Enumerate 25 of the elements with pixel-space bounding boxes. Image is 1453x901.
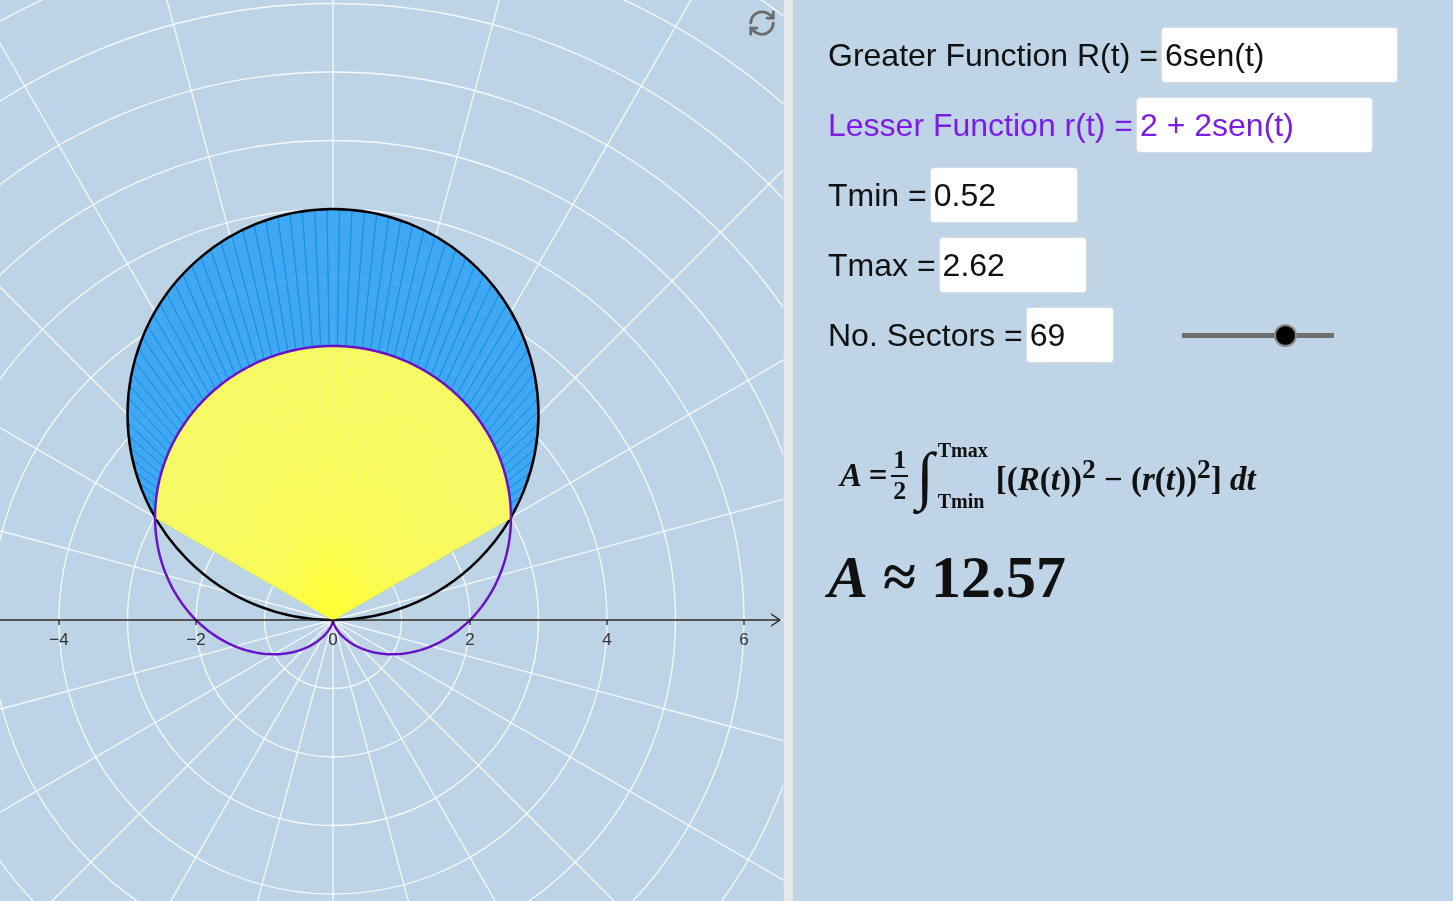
formula-text: A = [840, 457, 888, 495]
fraction-numerator: 1 [891, 446, 909, 477]
input-field[interactable]: 0.52 [929, 167, 1078, 223]
slider-thumb[interactable] [1274, 323, 1298, 347]
axis-tick-label: 6 [739, 630, 749, 649]
integral-sign: ∫ [912, 431, 938, 521]
integrand-text: [(R(t))$^{2}$ − (r(t))$^{2}$] dt [995, 453, 1256, 499]
axis-tick-label: −2 [186, 630, 206, 649]
axis-tick-label: −4 [49, 630, 69, 649]
input-label: No. Sectors = [828, 316, 1023, 354]
input-field[interactable]: 6sen(t) [1160, 27, 1398, 83]
upper-limit: Tmax [937, 438, 988, 462]
axis-tick-label: 2 [465, 630, 475, 649]
input-field[interactable]: 2.62 [938, 237, 1087, 293]
axis-tick-label: 4 [602, 630, 612, 649]
reset-icon[interactable] [747, 8, 777, 38]
input-field[interactable]: 69 [1025, 307, 1114, 363]
axis-tick-label: 0 [328, 630, 338, 649]
input-label: Greater Function R(t) = [828, 36, 1158, 74]
input-label: Lesser Function r(t) = [828, 106, 1133, 144]
fraction-denominator: 2 [893, 476, 907, 506]
input-label: Tmax = [828, 246, 936, 284]
input-label: Tmin = [828, 176, 927, 214]
input-field[interactable]: 2 + 2sen(t) [1136, 97, 1373, 153]
lower-limit: Tmin [937, 489, 986, 513]
